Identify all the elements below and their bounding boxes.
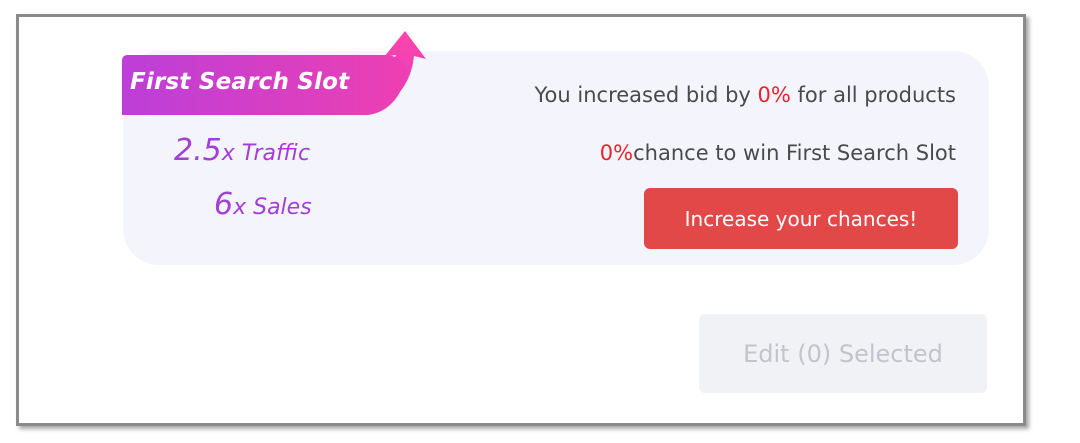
bid-message-suffix: for all products — [790, 83, 956, 107]
sales-unit: x Sales — [233, 195, 312, 220]
bid-increase-message: You increased bid by 0% for all products — [535, 83, 956, 107]
ribbon-label: First Search Slot — [130, 69, 350, 95]
sales-benefit: 6x Sales — [214, 187, 312, 222]
bid-percent: 0% — [757, 83, 791, 107]
increase-chances-button[interactable]: Increase your chances! — [644, 188, 958, 249]
first-search-slot-ribbon: First Search Slot — [122, 25, 432, 121]
sales-multiplier: 6 — [214, 187, 234, 222]
chance-percent: 0% — [599, 141, 634, 165]
traffic-multiplier: 2.5 — [174, 133, 222, 168]
win-chance-message: 0%chance to win First Search Slot — [600, 141, 956, 165]
bid-message-prefix: You increased bid by — [534, 83, 758, 107]
chance-message-suffix: chance to win First Search Slot — [633, 141, 956, 165]
traffic-unit: x Traffic — [221, 141, 311, 166]
traffic-benefit: 2.5x Traffic — [174, 133, 310, 168]
screenshot-frame: First Search Slot 2.5x Traffic 6x Sales … — [16, 14, 1026, 426]
edit-selected-button[interactable]: Edit (0) Selected — [699, 314, 987, 393]
